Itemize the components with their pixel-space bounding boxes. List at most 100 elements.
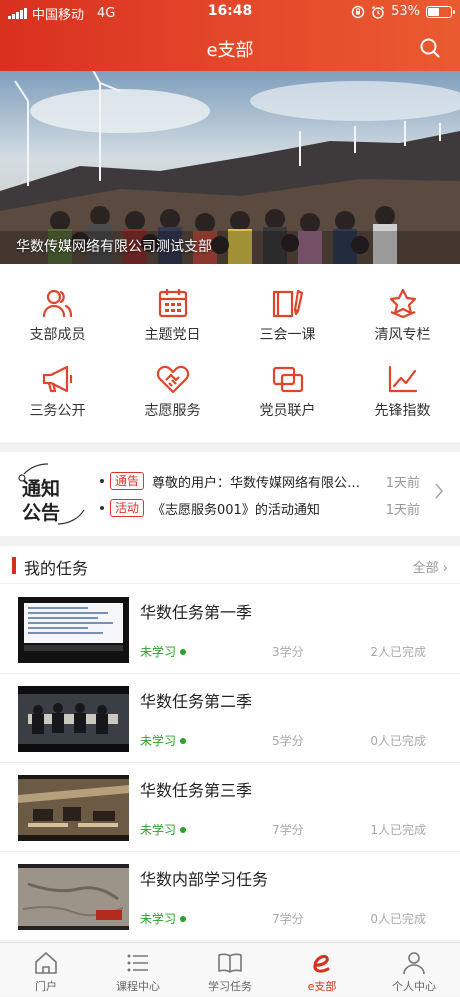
grid-item-affairs-open[interactable]: 三务公开 <box>0 348 115 424</box>
notice-board[interactable]: 通知 公告 通告 尊敬的用户：华数传媒网络有限公司测试支部 1天前 活动 《志愿… <box>0 452 460 536</box>
notice-time: 1天前 <box>370 499 420 518</box>
grid-item-clean-column[interactable]: 清风专栏 <box>345 272 460 348</box>
task-item[interactable]: 华数内部学习任务 未学习 7学分 0人已完成 <box>0 852 460 941</box>
notice-tag: 通告 <box>110 472 144 490</box>
task-status: 未学习 <box>140 821 186 838</box>
task-status-label: 未学习 <box>140 732 176 749</box>
linked-squares-icon <box>271 364 305 394</box>
section-accent-bar <box>12 557 16 574</box>
task-status: 未学习 <box>140 732 186 749</box>
grid-item-three-meetings[interactable]: 三会一课 <box>230 272 345 348</box>
notice-text: 《志愿服务001》的活动通知 <box>152 499 370 518</box>
book-icon <box>217 950 243 976</box>
members-icon <box>42 288 74 318</box>
search-icon[interactable] <box>418 36 442 60</box>
tab-course-center[interactable]: 课程中心 <box>92 943 184 997</box>
task-status-label: 未学习 <box>140 643 176 660</box>
alarm-icon <box>371 5 385 19</box>
tab-portal[interactable]: 门户 <box>0 943 92 997</box>
grid-item-label: 清风专栏 <box>345 324 460 344</box>
status-dot <box>180 827 186 833</box>
task-completed-count: 0人已完成 <box>370 910 426 927</box>
hero-banner[interactable]: 华数传媒网络有限公司测试支部 <box>0 71 460 264</box>
notice-logo-line2: 公告 <box>22 498 60 525</box>
grid-item-volunteer[interactable]: 志愿服务 <box>115 348 230 424</box>
calendar-icon <box>157 288 189 318</box>
bottom-tab-bar: 门户 课程中心 学习任务 e支部 个人中心 <box>0 942 460 996</box>
task-status: 未学习 <box>140 910 186 927</box>
notice-logo: 通知 公告 <box>18 462 88 526</box>
notice-tag: 活动 <box>110 499 144 517</box>
task-item[interactable]: 华数任务第一季 未学习 3学分 2人已完成 <box>0 585 460 674</box>
task-completed-count: 1人已完成 <box>370 821 426 838</box>
status-dot <box>180 649 186 655</box>
view-all-link[interactable]: 全部 › <box>413 557 448 576</box>
grid-item-label: 主题党日 <box>115 324 230 344</box>
heart-handshake-icon <box>156 364 190 394</box>
chevron-right-icon[interactable] <box>434 482 444 500</box>
view-all-label: 全部 <box>413 561 439 576</box>
e-branch-icon <box>309 950 335 976</box>
task-item[interactable]: 华数任务第三季 未学习 7学分 1人已完成 <box>0 763 460 852</box>
tab-e-branch[interactable]: e支部 <box>276 943 368 997</box>
bullet-dot <box>100 506 104 510</box>
grid-item-pioneer-index[interactable]: 先锋指数 <box>345 348 460 424</box>
battery-percent: 53% <box>391 4 420 19</box>
task-thumbnail <box>18 686 129 752</box>
notebook-pen-icon <box>271 288 305 318</box>
chevron-right-icon: › <box>443 561 448 576</box>
badge-star-icon <box>387 288 419 318</box>
page-title: e支部 <box>0 36 460 62</box>
tab-learning-tasks[interactable]: 学习任务 <box>184 943 276 997</box>
task-completed-count: 2人已完成 <box>370 643 426 660</box>
hero-caption: 华数传媒网络有限公司测试支部 <box>16 236 212 256</box>
task-name: 华数内部学习任务 <box>140 866 268 890</box>
function-grid: 支部成员 主题党日 三会一课 清风专栏 三务公开 志愿服务 党员联户 先锋指数 <box>0 264 460 442</box>
grid-item-household[interactable]: 党员联户 <box>230 348 345 424</box>
tasks-header: 我的任务 全部 › <box>0 546 460 584</box>
notice-text: 尊敬的用户：华数传媒网络有限公司测试支部 <box>152 472 370 491</box>
grid-item-label: 志愿服务 <box>115 400 230 420</box>
tab-personal-center[interactable]: 个人中心 <box>368 943 460 997</box>
my-tasks-section: 我的任务 全部 › 华数任务第一季 未学习 3学分 2人已完成 华数任务第二季 … <box>0 546 460 942</box>
grid-item-label: 支部成员 <box>0 324 115 344</box>
grid-item-label: 三会一课 <box>230 324 345 344</box>
battery-icon <box>426 6 452 18</box>
task-credits: 7学分 <box>272 910 304 927</box>
tasks-heading: 我的任务 <box>24 555 88 579</box>
notice-item[interactable]: 通告 尊敬的用户：华数传媒网络有限公司测试支部 1天前 <box>100 471 420 491</box>
trend-chart-icon <box>387 364 419 394</box>
bullet-dot <box>100 479 104 483</box>
tab-label: 门户 <box>0 978 92 994</box>
tab-label: 课程中心 <box>92 978 184 994</box>
task-status-label: 未学习 <box>140 821 176 838</box>
task-thumbnail <box>18 597 129 663</box>
notice-time: 1天前 <box>370 472 420 491</box>
rotation-lock-icon <box>351 5 365 19</box>
app-header: 中国移动 4G 16:48 53% e支部 <box>0 0 460 71</box>
tab-label: 学习任务 <box>184 978 276 994</box>
person-icon <box>401 950 427 976</box>
status-dot <box>180 916 186 922</box>
task-completed-count: 0人已完成 <box>370 732 426 749</box>
grid-item-members[interactable]: 支部成员 <box>0 272 115 348</box>
grid-item-theme-day[interactable]: 主题党日 <box>115 272 230 348</box>
grid-item-label: 三务公开 <box>0 400 115 420</box>
task-thumbnail <box>18 864 129 930</box>
task-name: 华数任务第三季 <box>140 777 252 801</box>
status-bar: 中国移动 4G 16:48 53% <box>0 0 460 24</box>
task-credits: 3学分 <box>272 643 304 660</box>
notice-item[interactable]: 活动 《志愿服务001》的活动通知 1天前 <box>100 498 420 518</box>
tab-label: e支部 <box>276 978 368 994</box>
task-name: 华数任务第二季 <box>140 688 252 712</box>
task-credits: 5学分 <box>272 732 304 749</box>
list-icon <box>125 950 151 976</box>
tab-label: 个人中心 <box>368 978 460 994</box>
notice-logo-line1: 通知 <box>22 474 60 501</box>
status-dot <box>180 738 186 744</box>
home-icon <box>33 950 59 976</box>
task-status-label: 未学习 <box>140 910 176 927</box>
grid-item-label: 先锋指数 <box>345 400 460 420</box>
task-item[interactable]: 华数任务第二季 未学习 5学分 0人已完成 <box>0 674 460 763</box>
megaphone-icon <box>41 364 75 394</box>
